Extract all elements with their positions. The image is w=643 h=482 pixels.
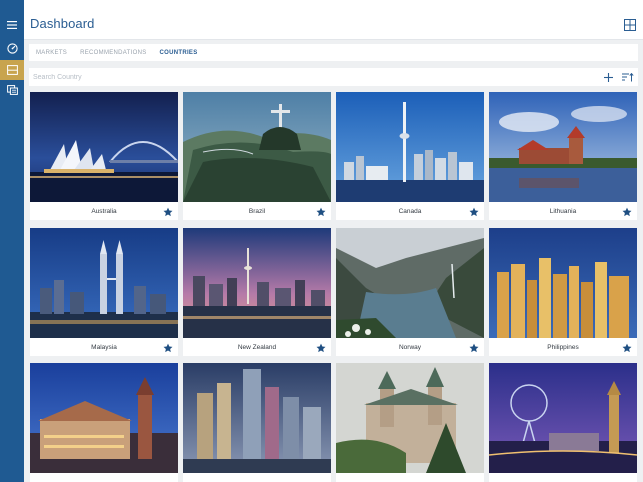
sidebar-item-reports[interactable] [0, 80, 24, 100]
star-icon [163, 207, 173, 217]
country-photo-australia [30, 92, 178, 202]
country-name: Philippines [547, 344, 579, 351]
tab-countries[interactable]: COUNTRIES [160, 50, 198, 56]
grid-icon [624, 19, 636, 31]
inbox-tray-icon [6, 65, 18, 75]
country-name: Canada [398, 208, 422, 215]
country-card-new-zealand[interactable]: New Zealand [183, 228, 331, 356]
country-photo [183, 363, 331, 473]
country-photo [30, 363, 178, 473]
country-photo [489, 363, 637, 473]
star-icon [622, 343, 632, 353]
country-photo-philippines [489, 228, 637, 338]
sort-icon [622, 73, 634, 82]
search-bar [29, 68, 638, 86]
country-card-lithuania[interactable]: Lithuania [489, 92, 637, 220]
plus-icon [604, 73, 613, 82]
country-name: Malaysia [91, 344, 117, 351]
star-icon [316, 207, 326, 217]
favorite-button[interactable] [316, 207, 326, 217]
favorite-button[interactable] [163, 343, 173, 353]
country-card-row3-3[interactable] [336, 363, 484, 482]
country-card-row3-2[interactable] [183, 363, 331, 482]
star-icon [622, 207, 632, 217]
country-photo-norway [336, 228, 484, 338]
reports-icon [6, 85, 18, 95]
sort-button[interactable] [622, 72, 634, 83]
card-caption: Australia [30, 204, 178, 220]
header: Dashboard [24, 0, 643, 40]
country-card-malaysia[interactable]: Malaysia [30, 228, 178, 356]
country-name: New Zealand [237, 344, 277, 351]
add-country-button[interactable] [603, 72, 614, 83]
country-photo [336, 363, 484, 473]
favorite-button[interactable] [622, 343, 632, 353]
country-name: Brazil [248, 208, 266, 215]
country-photo-canada [336, 92, 484, 202]
country-photo-lithuania [489, 92, 637, 202]
country-name: Norway [398, 344, 422, 351]
card-caption: Canada [336, 204, 484, 220]
sidebar [0, 0, 24, 482]
tab-recommendations[interactable]: RECOMMENDATIONS [80, 50, 146, 56]
search-input[interactable] [33, 72, 533, 83]
menu-button[interactable] [0, 15, 24, 35]
tab-bar: MARKETS RECOMMENDATIONS COUNTRIES [29, 44, 638, 61]
favorite-button[interactable] [622, 207, 632, 217]
favorite-button[interactable] [316, 343, 326, 353]
country-name: Australia [91, 208, 117, 215]
card-caption: Philippines [489, 340, 637, 356]
star-icon [469, 343, 479, 353]
favorite-button[interactable] [163, 207, 173, 217]
tab-markets[interactable]: MARKETS [36, 50, 67, 56]
country-name: Lithuania [549, 208, 577, 215]
star-icon [469, 207, 479, 217]
card-caption: New Zealand [183, 340, 331, 356]
country-card-brazil[interactable]: Brazil [183, 92, 331, 220]
card-caption: Norway [336, 340, 484, 356]
star-icon [316, 343, 326, 353]
dashboard-gauge-icon [6, 42, 18, 54]
menu-icon [7, 21, 17, 29]
favorite-button[interactable] [469, 207, 479, 217]
country-card-canada[interactable]: Canada [336, 92, 484, 220]
sidebar-item-dashboard[interactable] [0, 38, 24, 58]
country-card-row3-4[interactable] [489, 363, 637, 482]
favorite-button[interactable] [469, 343, 479, 353]
country-photo-new-zealand [183, 228, 331, 338]
layout-toggle-button[interactable] [624, 19, 636, 31]
sidebar-item-inbox[interactable] [0, 60, 24, 80]
card-caption: Lithuania [489, 204, 637, 220]
star-icon [163, 343, 173, 353]
country-card-australia[interactable]: Australia [30, 92, 178, 220]
page-title: Dashboard [30, 16, 95, 31]
country-card-row3-1[interactable] [30, 363, 178, 482]
country-card-norway[interactable]: Norway [336, 228, 484, 356]
country-photo-brazil [183, 92, 331, 202]
country-photo-malaysia [30, 228, 178, 338]
country-card-philippines[interactable]: Philippines [489, 228, 637, 356]
card-caption: Malaysia [30, 340, 178, 356]
card-caption: Brazil [183, 204, 331, 220]
